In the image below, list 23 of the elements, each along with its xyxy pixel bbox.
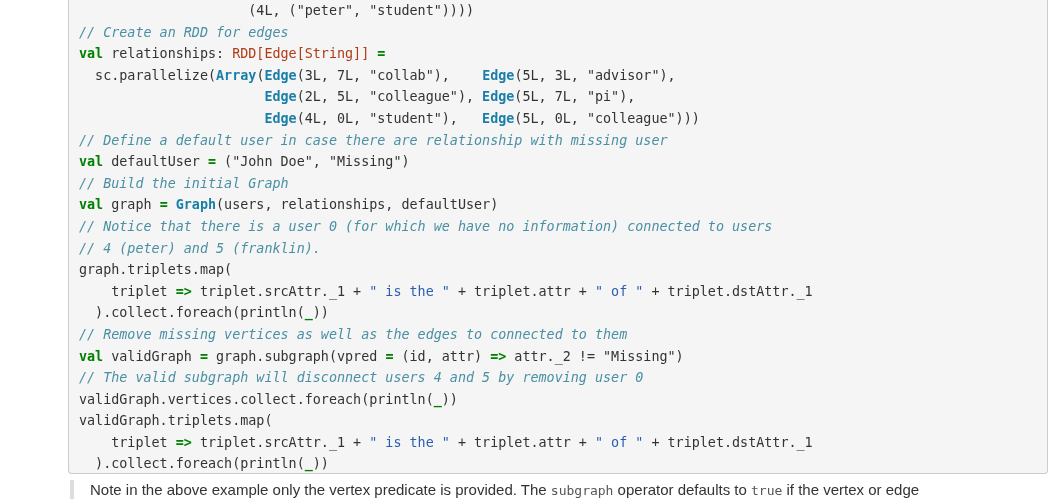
code-line: validGraph.triplets.map( [79, 412, 274, 431]
code-line: validGraph.vertices.collect.foreach(println(_)) [79, 390, 459, 410]
code-line: // Define a default user in case there are relationship with missing user [79, 131, 669, 150]
code-line: triplet => triplet.srcAttr._1 + " is the " + triplet.attr + " of " + triplet.dstAttr._1 [110, 433, 814, 453]
code-line: val graph = Graph(users, relationships, defaultUser) [79, 196, 500, 215]
code-line: triplet => triplet.srcAttr._1 + " is the " + triplet.attr + " of " + triplet.dstAttr._1 [110, 282, 814, 302]
code-line: sc.parallelize(Array(Edge(3L, 7L, "collab"), Edge(5L, 3L, "advisor"), [94, 66, 677, 85]
code-line: ).collect.foreach(println(_)) [94, 304, 330, 323]
code-line: // Remove missing vertices as well as the edges to connected to them [79, 325, 629, 344]
code-line: val defaultUser = ("John Doe", "Missing") [79, 153, 411, 172]
note-paragraph: Note in the above example only the vertex predicate is provided. The subgraph operator defaults to true if the vertex or edge [90, 480, 921, 499]
code-line: // Create an RDD for edges [79, 23, 290, 42]
code-line: // 4 (peter) and 5 (franklin). [79, 239, 322, 258]
code-line: // Notice that there is a user 0 (for which we have no information) connected to users [79, 217, 774, 236]
code-line: val validGraph = graph.subgraph(vpred = (id, attr) => attr._2 != "Missing") [79, 347, 685, 367]
code-line: ).collect.foreach(println(_)) [94, 455, 330, 474]
code-line: (4L, ("peter", "student")))) [247, 2, 476, 20]
code-line: Edge(4L, 0L, "student"), Edge(5L, 0L, "colleague"))) [263, 109, 701, 128]
code-line: // Build the initial Graph [79, 174, 290, 193]
code-line: Edge(2L, 5L, "colleague"), Edge(5L, 7L, "pi"), [263, 88, 637, 107]
code-line: // The valid subgraph will disconnect users 4 and 5 by removing user 0 [79, 369, 645, 388]
code-line: val relationships: RDD[Edge[String]] = [79, 45, 387, 64]
code-line: graph.triplets.map( [79, 261, 234, 280]
